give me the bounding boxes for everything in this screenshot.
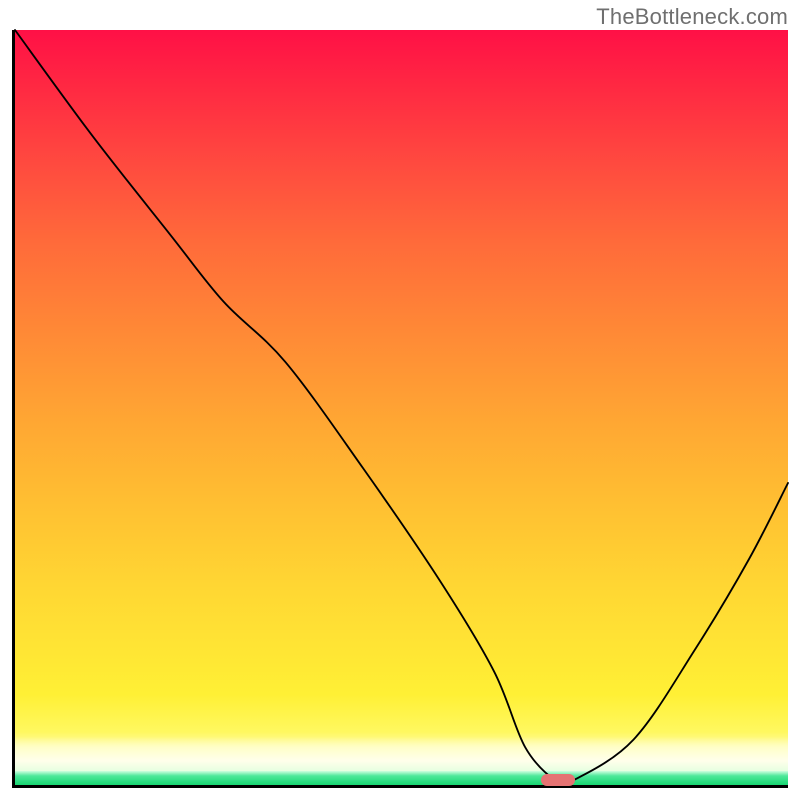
plot-area [12, 30, 788, 788]
optimum-marker [541, 774, 575, 786]
attribution-text: TheBottleneck.com [596, 4, 788, 30]
bottleneck-curve [15, 30, 788, 785]
